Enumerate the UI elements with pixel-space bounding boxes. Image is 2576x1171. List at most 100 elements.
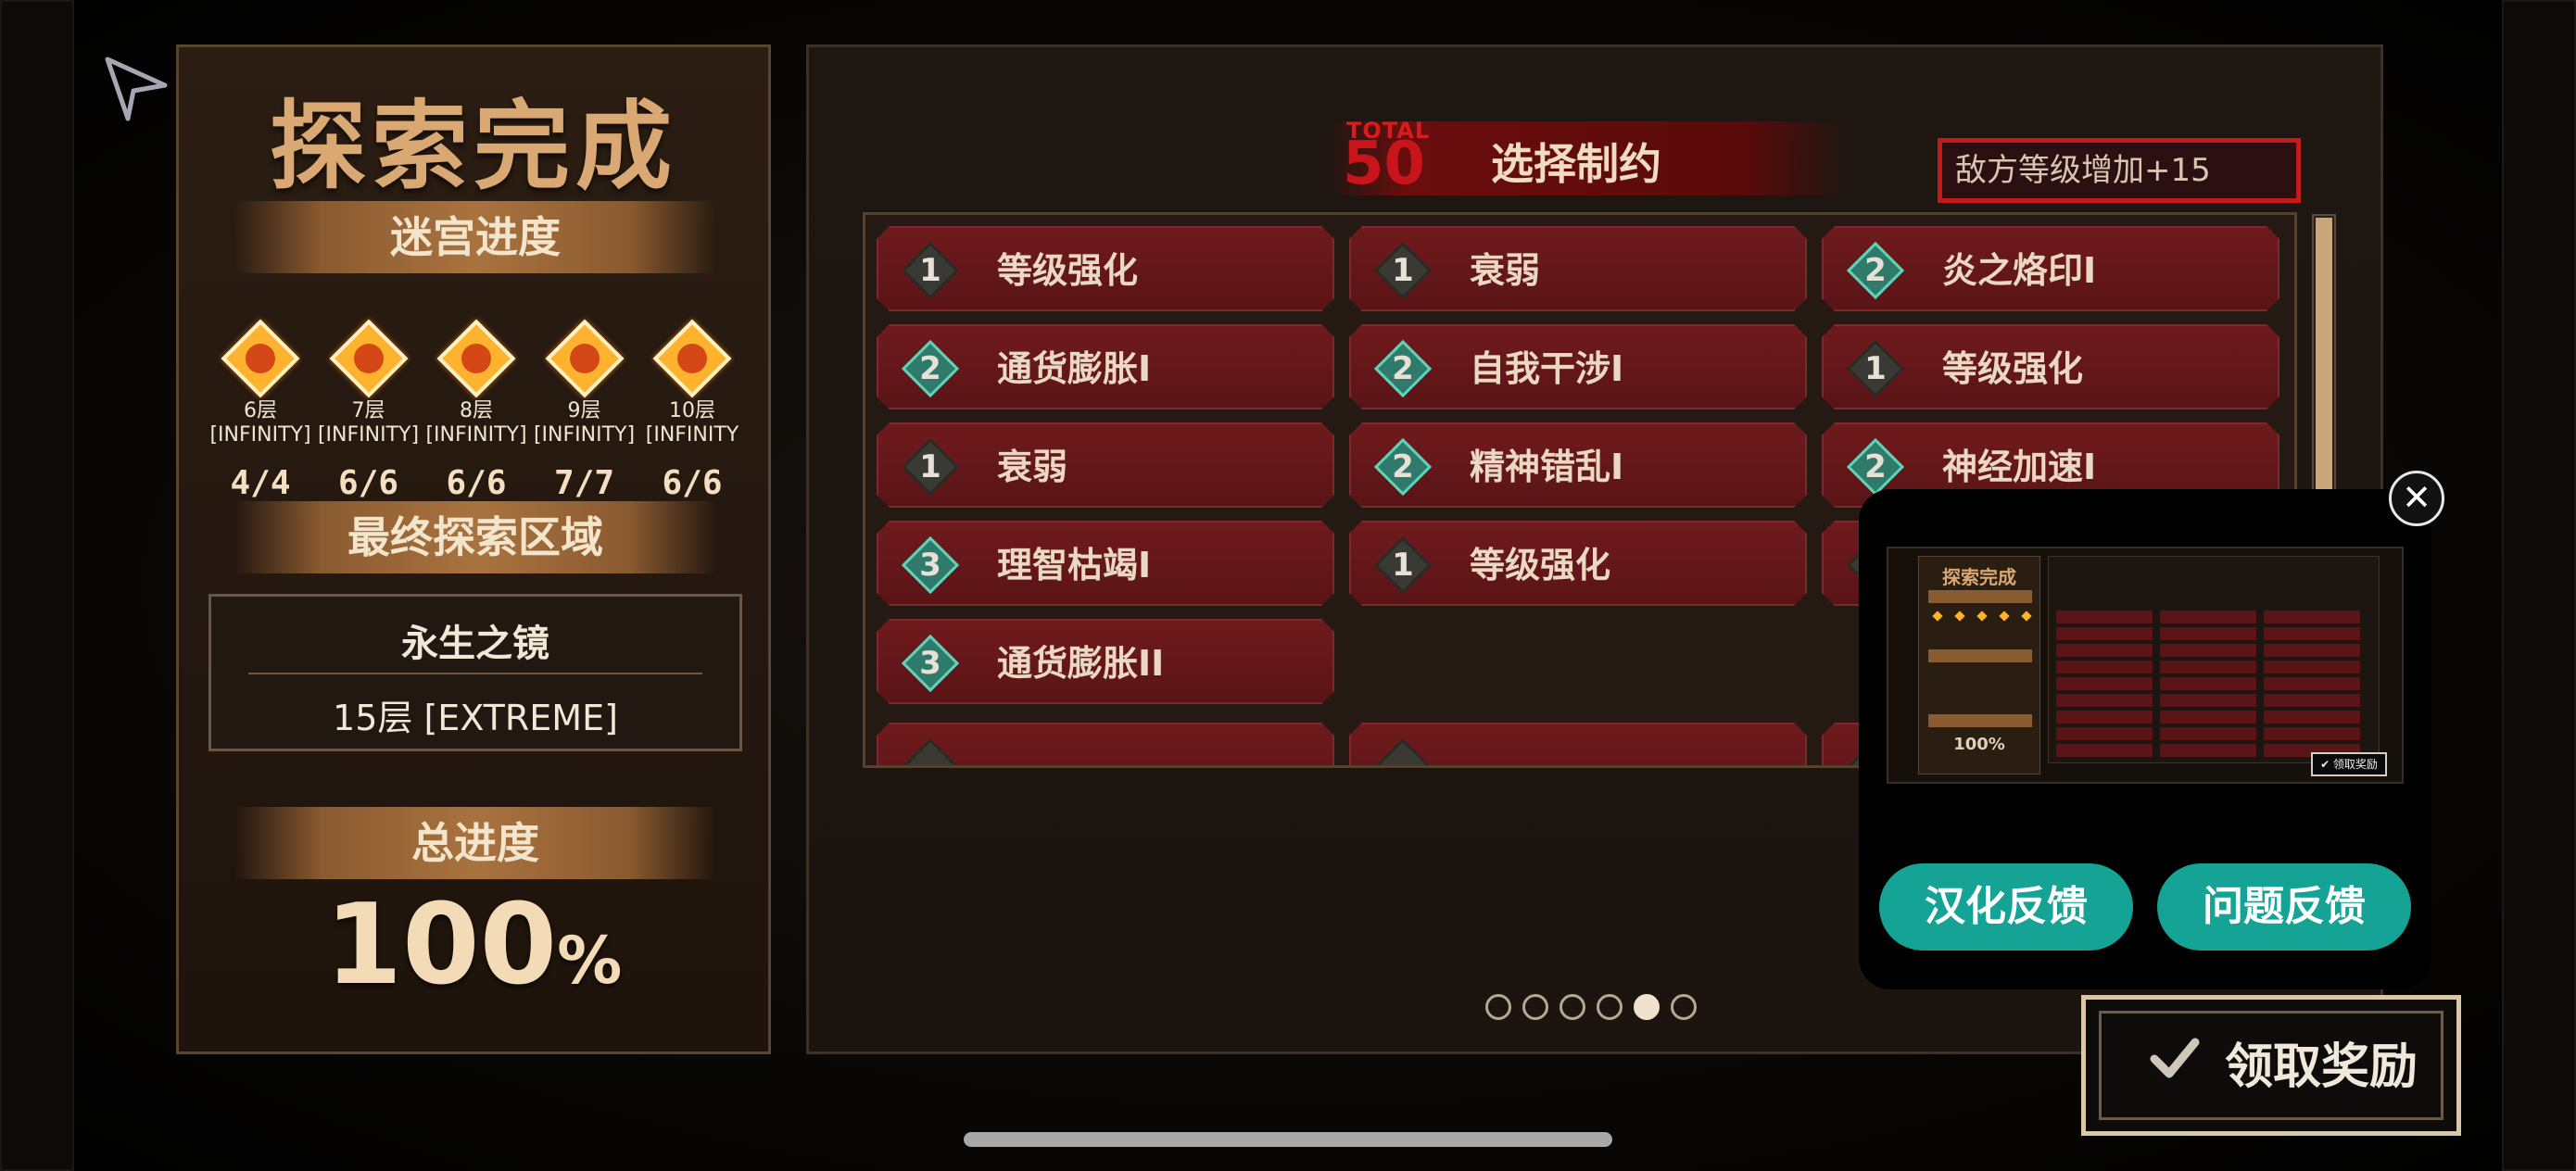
constraint-cell[interactable] <box>1349 723 1807 768</box>
constraint-label: 等级强化 <box>1470 545 1611 586</box>
constraint-label: 衰弱 <box>1470 250 1541 291</box>
thumbnail-row <box>2056 644 2153 657</box>
floor-item: 9层 [INFINITY] 7/7 <box>531 319 638 516</box>
thumbnail-row <box>2160 611 2256 623</box>
floor-clear-icon <box>652 319 732 398</box>
floor-mode: [INFINITY] <box>317 423 420 447</box>
constraint-cell[interactable]: 3 理智枯竭I <box>877 521 1334 606</box>
constraint-level: 2 <box>1392 448 1414 485</box>
constraint-cell[interactable]: 1 等级强化 <box>877 226 1334 311</box>
thumbnail-row <box>2160 711 2256 724</box>
thumbnail-row <box>2264 661 2360 674</box>
level-badge-icon <box>902 738 959 768</box>
floor-mode: [INFINITY] <box>533 423 636 447</box>
area-divider <box>248 673 702 674</box>
floor-mode: [INFINITY] <box>209 423 311 447</box>
constraint-cell[interactable]: 1 衰弱 <box>877 422 1334 508</box>
floor-item: 7层 [INFINITY] 6/6 <box>315 319 423 516</box>
share-icon[interactable] <box>102 54 170 122</box>
floor-name: 8层 <box>460 399 493 422</box>
floor-clear-icon <box>436 319 516 398</box>
total-progress-header: 总进度 <box>234 807 716 879</box>
close-icon[interactable]: ✕ <box>2389 471 2444 526</box>
thumbnail-left-panel: 探索完成 100% <box>1918 556 2040 774</box>
maze-progress-header: 迷宫进度 <box>234 201 716 273</box>
thumbnail-row <box>2056 727 2153 740</box>
floor-clear-icon <box>545 319 624 398</box>
constraint-level: 1 <box>1392 547 1414 584</box>
thumbnail-dot <box>1932 611 1943 622</box>
floor-count: 6/6 <box>337 464 399 502</box>
constraint-cell[interactable]: 1 等级强化 <box>1349 521 1807 606</box>
issue-feedback-button[interactable]: 问题反馈 <box>2157 863 2411 951</box>
page-dot[interactable] <box>1522 994 1548 1020</box>
floor-mode: [INFINITY <box>645 423 739 447</box>
thumbnail-right-panel <box>2048 556 2380 763</box>
floor-item: 8层 [INFINITY] 6/6 <box>423 319 530 516</box>
constraint-cell[interactable] <box>877 723 1334 768</box>
page-indicator <box>1485 994 1697 1020</box>
thumbnail-row <box>2264 644 2360 657</box>
thumbnail-row <box>2264 611 2360 623</box>
constraint-label: 等级强化 <box>997 250 1139 291</box>
page-dot[interactable] <box>1671 994 1697 1020</box>
thumbnail-row <box>2056 711 2153 724</box>
constraint-level: 2 <box>919 350 941 387</box>
constraint-cell[interactable]: 1 等级强化 <box>1822 324 2279 409</box>
thumbnail-row <box>2264 727 2360 740</box>
floor-name: 6层 <box>244 399 277 422</box>
thumbnail-bar <box>1928 649 2032 662</box>
thumbnail-dot <box>1999 611 2010 622</box>
floor-item: 6层 [INFINITY] 4/4 <box>207 319 314 516</box>
constraint-label: 衰弱 <box>997 447 1068 487</box>
floor-count: 4/4 <box>230 464 291 502</box>
constraint-cell[interactable]: 1 衰弱 <box>1349 226 1807 311</box>
constraint-level: 2 <box>1864 252 1887 289</box>
floor-count: 7/7 <box>553 464 615 502</box>
floor-list: 6层 [INFINITY] 4/4 7层 [INFINITY] 6/6 8层 [… <box>207 319 746 516</box>
thumbnail-row <box>2160 694 2256 707</box>
thumbnail-row <box>2056 661 2153 674</box>
thumbnail-title: 探索完成 <box>1942 566 2016 588</box>
constraint-level: 3 <box>919 645 941 682</box>
constraint-cell[interactable]: 3 通货膨胀II <box>877 619 1334 704</box>
constraint-cell[interactable]: 2 炎之烙印I <box>1822 226 2279 311</box>
thumbnail-row <box>2264 627 2360 640</box>
final-area-level: 15层 [EXTREME] <box>333 698 618 738</box>
thumbnail-row <box>2160 727 2256 740</box>
claim-reward-button[interactable]: 领取奖励 <box>2081 995 2461 1136</box>
thumbnail-total: 100% <box>1953 735 2005 754</box>
page-dot[interactable] <box>1559 994 1585 1020</box>
floor-count: 6/6 <box>662 464 723 502</box>
page-dot[interactable] <box>1634 994 1660 1020</box>
constraint-level: 1 <box>919 448 941 485</box>
floor-name: 7层 <box>351 399 385 422</box>
page-dot[interactable] <box>1485 994 1511 1020</box>
constraint-level: 2 <box>1864 448 1887 485</box>
panel-title: 选择制约 <box>1491 139 1661 189</box>
floor-mode: [INFINITY] <box>425 423 527 447</box>
constraint-cell[interactable]: 2 通货膨胀I <box>877 324 1334 409</box>
localization-feedback-button[interactable]: 汉化反馈 <box>1879 863 2133 951</box>
constraint-cell[interactable]: 2 精神错乱I <box>1349 422 1807 508</box>
total-progress-value: 100% <box>179 881 768 1010</box>
constraint-level: 2 <box>1392 350 1414 387</box>
total-progress-unit: % <box>557 923 623 999</box>
total-score: 50 <box>1343 130 1426 198</box>
home-indicator[interactable] <box>964 1132 1612 1147</box>
screenshot-thumbnail[interactable]: 探索完成 100% ✔ 领取奖励 <box>1887 547 2404 784</box>
claim-reward-label: 领取奖励 <box>2225 1039 2418 1095</box>
page-dot[interactable] <box>1597 994 1623 1020</box>
thumbnail-row <box>2056 627 2153 640</box>
thumbnail-bar <box>1928 590 2032 603</box>
floor-name: 9层 <box>567 399 601 422</box>
floor-clear-icon <box>221 319 300 398</box>
constraint-label: 通货膨胀I <box>997 348 1152 389</box>
constraint-cell[interactable]: 2 自我干涉I <box>1349 324 1807 409</box>
thumbnail-row <box>2264 711 2360 724</box>
constraint-label: 通货膨胀II <box>997 643 1165 684</box>
level-badge-icon <box>1374 738 1432 768</box>
total-progress-number: 100 <box>324 881 558 1010</box>
thumbnail-dot <box>1976 611 1988 622</box>
constraint-level: 1 <box>1864 350 1887 387</box>
